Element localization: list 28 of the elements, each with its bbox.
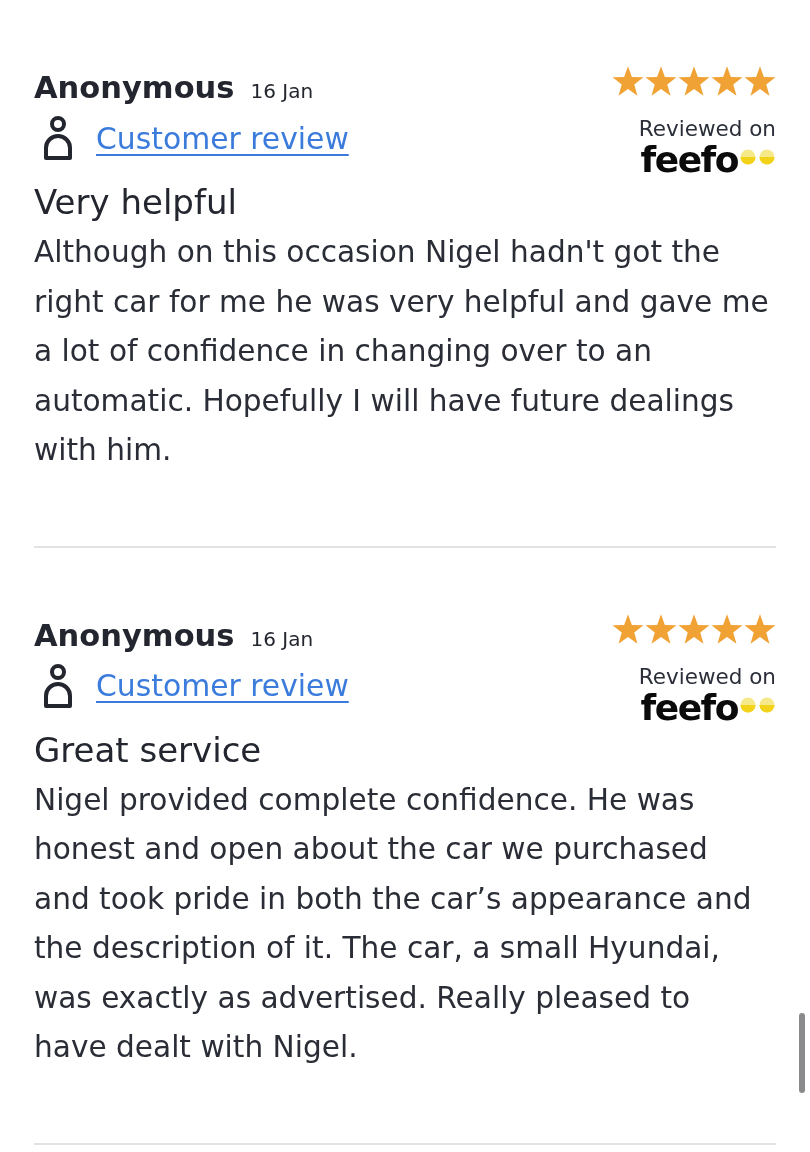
reviewed-on-label: Reviewed on	[638, 117, 776, 141]
star-icon	[645, 613, 677, 645]
star-icon	[678, 66, 710, 97]
eyes-icon	[740, 696, 776, 713]
feefo-logo-text: feefo	[640, 690, 738, 725]
person-icon	[42, 663, 74, 708]
customer-review-link[interactable]: Customer review	[96, 120, 349, 156]
review-title: Very helpful	[34, 181, 238, 224]
star-icon	[612, 66, 644, 97]
review-date: 16 Jan	[250, 626, 314, 651]
reviewer-name: Anonymous	[34, 617, 235, 654]
star-icon	[711, 613, 743, 645]
star-icon	[678, 613, 710, 645]
star-icon	[744, 66, 776, 97]
review-text: Nigel provided complete confidence. He was honest and open about the car we purchased and took pride in both the car’s appearance and the description of it. The car, a small Hyundai, was exactly as advertised. Really pleased to have dealt with Nigel.	[34, 781, 753, 1066]
review-text: Although on this occasion Nigel hadn't got the right car for me he was very helpful and gave me a lot of confidence in changing over to an automatic. Hopefully I will have future dealings with him.	[34, 234, 770, 469]
reviewer-name: Anonymous	[34, 70, 235, 106]
star-icon	[612, 613, 644, 645]
review-title: Great service	[34, 728, 263, 772]
feefo-logo-text: feefo	[640, 143, 738, 177]
reviewed-on-label: Reviewed on	[638, 664, 776, 689]
person-icon	[42, 116, 74, 160]
customer-review-link[interactable]: Customer review	[96, 668, 349, 703]
star-icon	[645, 66, 677, 97]
star-icon	[711, 66, 743, 97]
eyes-icon	[740, 149, 776, 165]
star-icon	[744, 613, 776, 645]
review-date: 16 Jan	[250, 79, 314, 103]
